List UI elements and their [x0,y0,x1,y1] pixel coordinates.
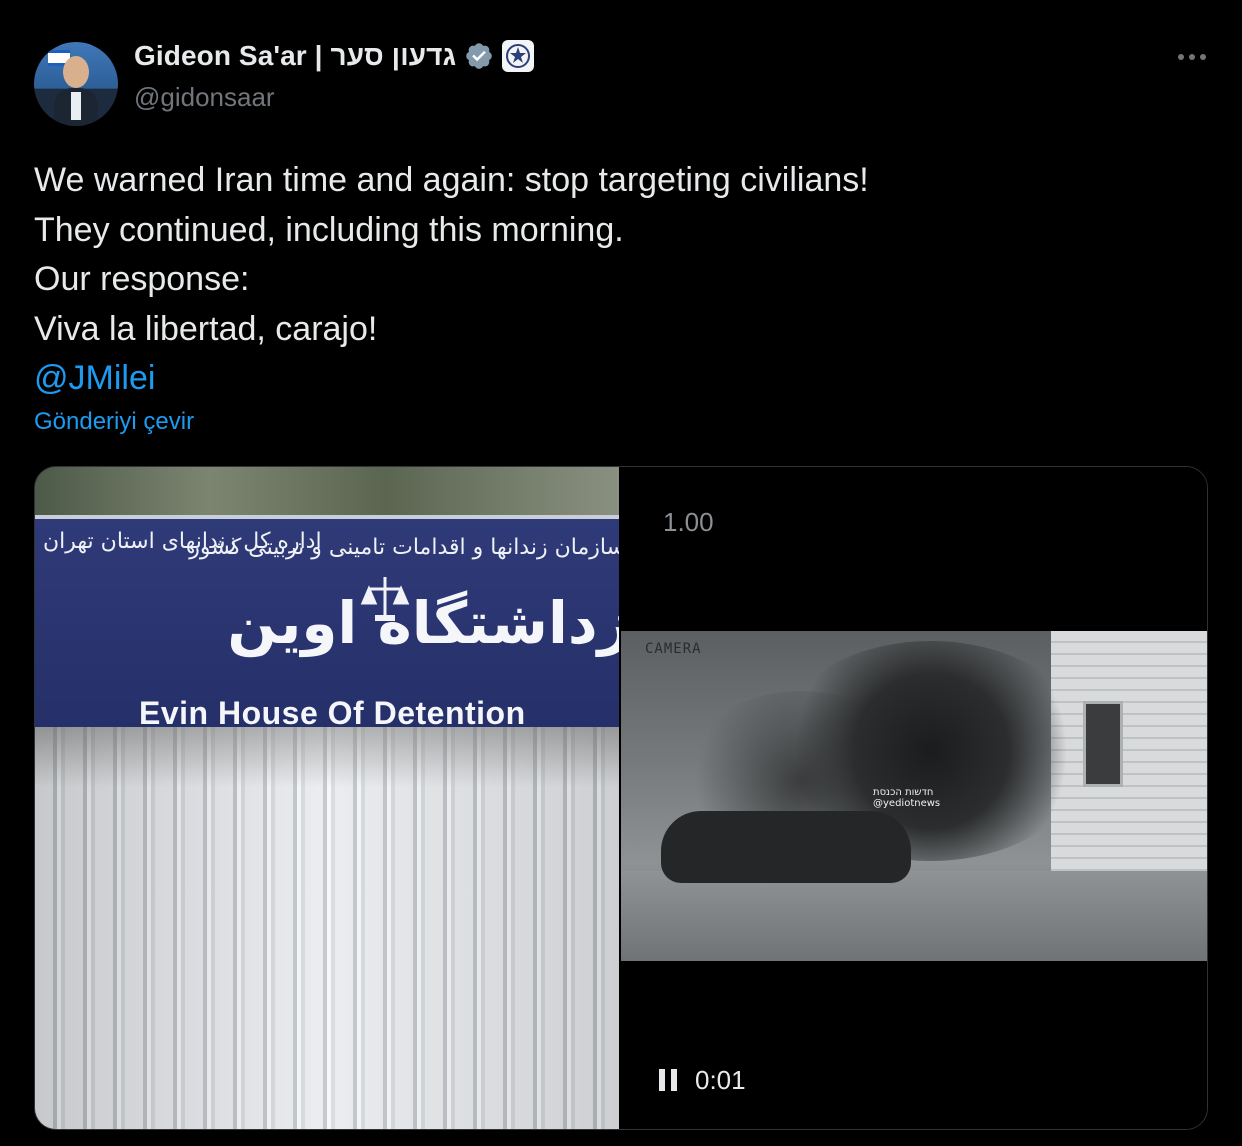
tweet-line: They continued, including this morning. [34,210,624,249]
tweet-text: We warned Iran time and again: stop targ… [34,156,1194,404]
sign-small-text-right: سازمان زندانها و اقدامات تامینی و تربیتی… [189,535,619,560]
translate-post-link[interactable]: Gönderiyi çevir [34,408,194,436]
camera-label: CAMERA [645,641,702,657]
government-affiliation-icon[interactable] [502,40,535,72]
tweet-line: We warned Iran time and again: stop targ… [34,161,869,199]
media-grid: اداره کل زندانهای استان تهران سازمان زند… [34,466,1208,1130]
author-name[interactable]: Gideon Sa'ar | גדעון סער [134,40,456,72]
video-frame[interactable]: CAMERA חדשות הכנסת @yediotnews [621,631,1207,961]
more-options-icon[interactable] [1172,44,1212,70]
video-watermark: חדשות הכנסת @yediotnews [873,787,941,809]
playback-rate[interactable]: 1.00 [663,507,714,538]
evin-prison-photo[interactable]: اداره کل زندانهای استان تهران سازمان زند… [35,467,619,1129]
sign-persian-title: زداشتگاه اوین [227,589,619,657]
author-handle[interactable]: @gidonsaar [134,82,275,113]
video-controls: 0:01 [659,1065,746,1096]
mention-link[interactable]: @JMilei [34,354,1194,404]
avatar[interactable] [34,42,118,126]
video-time: 0:01 [695,1065,746,1095]
tweet-line: Our response: [34,260,250,298]
verified-badge-icon[interactable] [464,41,494,71]
pause-icon[interactable] [659,1068,681,1093]
rolling-shutter [35,727,619,1129]
prison-sign: اداره کل زندانهای استان تهران سازمان زند… [35,515,619,735]
video-player[interactable]: 1.00 CAMERA חדשות הכנסת @yediotnews 0:01 [621,467,1207,1129]
author-row: Gideon Sa'ar | גדעון סער [134,40,535,72]
tweet-line: Viva la libertad, carajo! [34,309,378,348]
